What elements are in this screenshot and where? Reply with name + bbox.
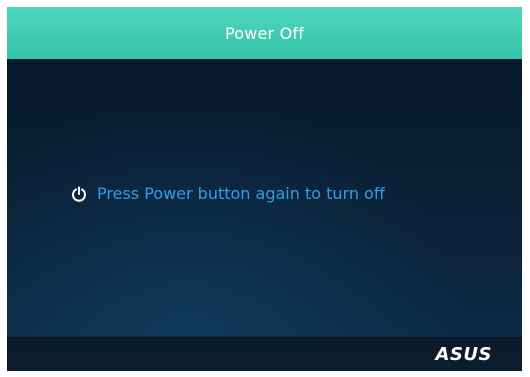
dialog-body: Press Power button again to turn off — [7, 59, 522, 337]
power-icon — [71, 186, 87, 202]
dialog-title: Power Off — [224, 23, 305, 43]
footer-bar: ASUS — [7, 336, 522, 371]
power-off-message: Press Power button again to turn off — [71, 184, 385, 203]
title-bar: Power Off — [7, 7, 522, 59]
power-off-dialog: Power Off Press Power button again to tu… — [7, 7, 522, 371]
asus-logo: ASUS — [435, 344, 492, 365]
message-text: Press Power button again to turn off — [97, 184, 385, 203]
